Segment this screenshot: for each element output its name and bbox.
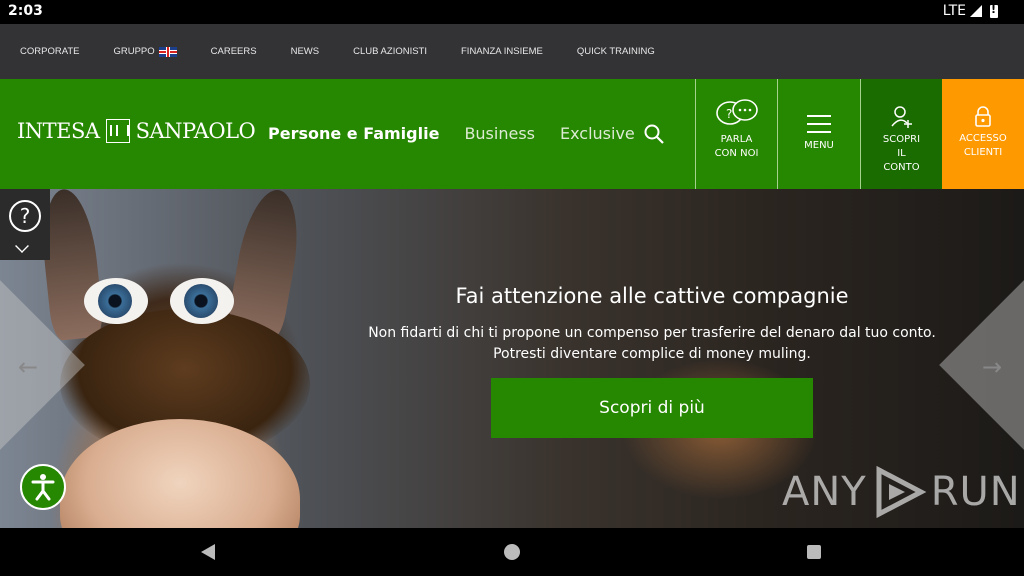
accesso-clienti-button[interactable]: ACCESSO CLIENTI (942, 79, 1024, 189)
logo-text-left: INTESA (17, 119, 100, 143)
accessibility-icon (31, 474, 55, 501)
accesso-clienti-label: ACCESSO CLIENTI (959, 133, 1007, 158)
parla-con-noi-button[interactable]: ? PARLA CON NOI (695, 79, 777, 189)
scopri-il-conto-button[interactable]: SCOPRI IL CONTO (860, 79, 942, 189)
battery-icon (990, 3, 998, 18)
main-nav: INTESA SANPAOLO Persone e Famiglie Busin… (0, 79, 1024, 189)
character-eye-left (84, 278, 148, 324)
intesa-sanpaolo-logo[interactable]: INTESA SANPAOLO (17, 119, 256, 143)
hero-title: Fai attenzione alle cattive compagnie (455, 284, 849, 308)
search-icon[interactable] (644, 124, 664, 144)
question-icon: ? (9, 200, 41, 232)
top-nav-club-azionisti[interactable]: CLUB AZIONISTI (353, 46, 427, 57)
hero-text-line2: Potresti diventare complice di money mul… (493, 346, 811, 362)
status-icons: LTE (943, 3, 998, 19)
accessibility-button[interactable] (20, 464, 66, 510)
top-nav-careers[interactable]: CAREERS (211, 46, 257, 57)
back-icon[interactable] (201, 544, 215, 560)
signal-icon (970, 5, 982, 17)
nav-persone-e-famiglie[interactable]: Persone e Famiglie (268, 124, 439, 143)
recents-icon[interactable] (807, 545, 821, 559)
logo-text-right: SANPAOLO (135, 119, 256, 143)
nav-exclusive[interactable]: Exclusive (560, 124, 635, 143)
arrow-right-icon: → (982, 353, 1003, 381)
clock: 2:03 (8, 3, 43, 19)
logo-emblem-icon (105, 119, 130, 143)
character-eye-right (170, 278, 234, 324)
top-nav-news[interactable]: NEWS (291, 46, 320, 57)
uk-flag-icon (158, 46, 177, 57)
network-label: LTE (942, 3, 966, 19)
parla-con-noi-label: PARLA CON NOI (714, 134, 759, 159)
menu-button[interactable]: MENU (777, 79, 860, 189)
top-nav-corporate[interactable]: CORPORATE (20, 46, 79, 57)
add-user-icon (890, 106, 912, 128)
chat-bubbles-icon: ? (715, 99, 758, 125)
menu-label: MENU (804, 140, 834, 151)
home-icon[interactable] (504, 544, 520, 560)
hero-text-line1: Non fidarti di chi ti propone un compens… (368, 325, 936, 341)
hamburger-icon (807, 115, 831, 133)
watermark-left: ANY (782, 469, 867, 515)
anyrun-watermark: ANY RUN (782, 466, 1021, 518)
nav-business[interactable]: Business (464, 124, 535, 143)
arrow-left-icon: ← (18, 353, 39, 381)
help-widget[interactable]: ? (0, 189, 50, 260)
lock-icon (975, 106, 991, 127)
play-logo-icon (876, 466, 927, 518)
scopri-il-conto-label: SCOPRI IL CONTO (882, 134, 921, 173)
segment-links: Persone e Famiglie Business Exclusive (268, 124, 635, 143)
status-bar: 2:03 LTE (0, 0, 1024, 24)
hero-text: Non fidarti di chi ti propone un compens… (330, 323, 974, 365)
watermark-right: RUN (930, 469, 1021, 515)
top-nav-gruppo[interactable]: GRUPPO (113, 46, 177, 57)
svg-text:?: ? (726, 107, 732, 121)
top-nav-gruppo-label: GRUPPO (113, 46, 155, 57)
top-nav-finanza-insieme[interactable]: FINANZA INSIEME (461, 46, 543, 57)
chevron-down-icon (15, 239, 29, 253)
top-nav: CORPORATE GRUPPO CAREERS NEWS CLUB AZION… (0, 24, 1024, 79)
scopri-di-piu-button[interactable]: Scopri di più (491, 378, 813, 438)
top-nav-quick-training[interactable]: QUICK TRAINING (577, 46, 655, 57)
